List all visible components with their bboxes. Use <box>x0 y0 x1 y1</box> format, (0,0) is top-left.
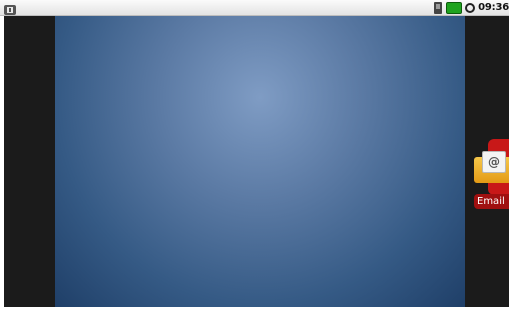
usb-debug-icon <box>3 1 17 15</box>
status-icons: 09:36 <box>434 0 509 15</box>
home-screen[interactable]: @ Email <box>4 16 509 307</box>
email-icon: @ <box>482 151 506 173</box>
battery-icon <box>446 1 463 14</box>
sim-icon <box>434 1 443 14</box>
status-clock: 09:36 <box>478 2 509 13</box>
alarm-icon <box>465 2 476 13</box>
wallpaper[interactable] <box>55 16 465 307</box>
email-shortcut[interactable]: @ Email <box>470 139 509 211</box>
status-bar: 09:36 <box>0 0 509 16</box>
email-shortcut-label: Email <box>474 194 509 209</box>
